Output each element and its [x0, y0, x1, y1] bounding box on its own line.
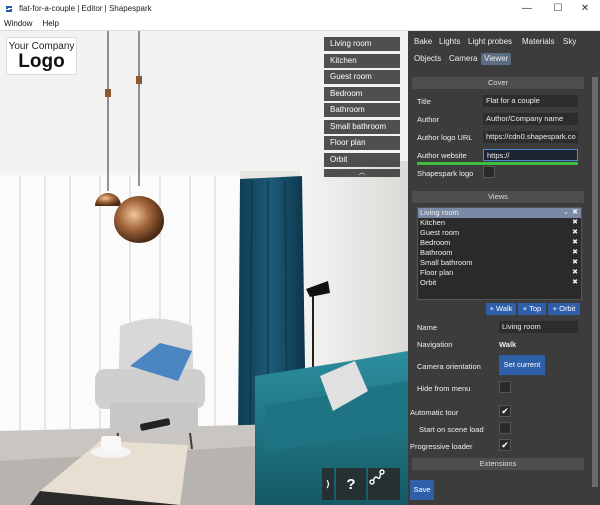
author-logo-url-field[interactable]: https://cdn0.shapespark.co: [483, 131, 578, 143]
room-menu-item[interactable]: Bathroom: [324, 103, 400, 117]
view-list-item[interactable]: Bathroom ✖: [418, 248, 581, 258]
add-walk-view-button[interactable]: + Walk: [486, 303, 516, 315]
hide-from-menu-checkbox[interactable]: [499, 381, 511, 393]
view-item-label: Orbit: [420, 278, 437, 287]
shapespark-app-icon: [6, 5, 12, 12]
tab-sky[interactable]: Sky: [560, 36, 579, 48]
delete-view-icon[interactable]: ✖: [572, 268, 578, 278]
tab-bake[interactable]: Bake: [411, 36, 435, 48]
logo-word-text: Logo: [18, 51, 65, 72]
room-menu-item[interactable]: Small bathroom: [324, 119, 400, 134]
close-button[interactable]: ✕: [570, 0, 600, 17]
panel-scrollbar[interactable]: [590, 75, 600, 505]
maximize-button[interactable]: ☐: [543, 0, 573, 17]
extensions-section-header[interactable]: Extensions: [412, 458, 584, 470]
help-button[interactable]: ?: [336, 468, 366, 500]
scrollbar-thumb[interactable]: [592, 77, 598, 487]
save-button[interactable]: Save: [410, 480, 434, 500]
author-field[interactable]: Author/Company name: [483, 113, 578, 125]
view-list-item[interactable]: Kitchen ✖: [418, 218, 581, 228]
view-item-label: Floor plan: [420, 268, 454, 277]
delete-view-icon[interactable]: ✖: [572, 248, 578, 258]
delete-view-icon[interactable]: ✖: [572, 258, 578, 268]
view-name-field[interactable]: Living room: [499, 321, 578, 333]
input-valid-indicator: [417, 162, 578, 165]
tab-viewer[interactable]: Viewer: [481, 53, 512, 65]
automatic-tour-label: Automatic tour: [410, 408, 459, 417]
viewer-settings-scroll-area[interactable]: Cover Title Flat for a couple Author Aut…: [408, 75, 588, 505]
view-list-item[interactable]: Orbit ✖: [418, 278, 581, 288]
views-list[interactable]: Living room ⌄ ✖ Kitchen ✖ Guest room ✖ Bedro…: [417, 207, 582, 300]
start-on-scene-load-label: Start on scene load: [419, 425, 484, 434]
chevron-down-icon[interactable]: ⌄: [563, 208, 569, 218]
room-menu-item[interactable]: Living room: [324, 37, 400, 51]
add-top-view-button[interactable]: + Top: [518, 303, 546, 315]
add-orbit-view-button[interactable]: + Orbit: [548, 303, 580, 315]
view-list-item[interactable]: Guest room ✖: [418, 228, 581, 238]
delete-view-icon[interactable]: ✖: [572, 278, 578, 288]
title-bar: flat-for-a-couple | Editor | Shapespark …: [0, 0, 600, 17]
navigation-value: Walk: [499, 340, 517, 349]
cover-section-header[interactable]: Cover: [412, 77, 584, 89]
navigation-label: Navigation: [417, 340, 453, 349]
view-item-label: Living room: [420, 208, 459, 217]
view-name-label: Name: [417, 323, 438, 332]
shapespark-logo-label: Shapespark logo: [417, 169, 474, 178]
room-menu-item[interactable]: Guest room: [324, 70, 400, 84]
shapespark-logo-checkbox[interactable]: [483, 166, 495, 178]
views-section-header[interactable]: Views: [412, 191, 584, 203]
author-website-label: Author website: [417, 151, 467, 160]
room-menu-item[interactable]: Floor plan: [324, 136, 400, 150]
automatic-tour-checkbox[interactable]: ✔: [499, 405, 511, 417]
tab-lights[interactable]: Lights: [436, 36, 463, 48]
author-label: Author: [417, 115, 440, 124]
tab-objects[interactable]: Objects: [411, 53, 444, 65]
camera-orientation-label: Camera orientation: [417, 362, 481, 371]
tab-materials[interactable]: Materials: [519, 36, 557, 48]
path-button[interactable]: [368, 468, 400, 500]
delete-view-icon[interactable]: ✖: [572, 228, 578, 238]
progressive-loader-checkbox[interactable]: ✔: [499, 439, 511, 451]
room-menu-item[interactable]: Kitchen: [324, 53, 400, 68]
room-menu-item[interactable]: Orbit: [324, 152, 400, 167]
menu-help[interactable]: Help: [42, 19, 58, 28]
menu-window[interactable]: Window: [4, 19, 32, 28]
view-list-item[interactable]: Small bathroom ✖: [418, 258, 581, 268]
author-website-field[interactable]: https://: [483, 149, 578, 161]
view-item-label: Kitchen: [420, 218, 446, 227]
window-title: flat-for-a-couple | Editor | Shapespark: [19, 4, 152, 13]
author-logo-url-label: Author logo URL: [417, 133, 473, 142]
view-item-label: Small bathroom: [420, 258, 473, 267]
panel-tabs: Bake Lights Light probes Materials Sky O…: [408, 31, 600, 71]
delete-view-icon[interactable]: ✖: [572, 208, 578, 218]
set-current-button[interactable]: Set current: [499, 355, 545, 375]
start-on-scene-load-checkbox[interactable]: [499, 422, 511, 434]
view-item-label: Bedroom: [420, 238, 451, 247]
title-label: Title: [417, 97, 431, 106]
view-item-label: Guest room: [420, 228, 460, 237]
editor-side-panel: Bake Lights Light probes Materials Sky O…: [408, 31, 600, 505]
delete-view-icon[interactable]: ✖: [572, 238, 578, 248]
title-field[interactable]: Flat for a couple: [483, 95, 578, 107]
delete-view-icon[interactable]: ✖: [572, 218, 578, 228]
path-icon: [369, 469, 385, 485]
company-logo-placeholder: Your Company Logo: [6, 37, 77, 75]
view-item-label: Bathroom: [420, 248, 453, 257]
collapse-panel-button[interactable]: ⟩: [322, 468, 334, 500]
menu-bar: Window Help: [0, 17, 600, 31]
scene-viewport[interactable]: Your Company Logo Living room Kitchen Gu…: [0, 31, 408, 505]
view-list-item[interactable]: Living room ⌄ ✖: [418, 208, 581, 218]
tab-camera[interactable]: Camera: [446, 53, 480, 65]
room-menu-collapse-chevron-icon[interactable]: ︿: [324, 169, 400, 177]
progressive-loader-label: Progressive loader: [410, 442, 473, 451]
minimize-button[interactable]: —: [512, 0, 542, 17]
view-list-item[interactable]: Bedroom ✖: [418, 238, 581, 248]
room-menu-item[interactable]: Bedroom: [324, 86, 400, 101]
view-list-item[interactable]: Floor plan ✖: [418, 268, 581, 278]
hide-from-menu-label: Hide from menu: [417, 384, 471, 393]
tab-light-probes[interactable]: Light probes: [465, 36, 515, 48]
room-menu: Living room Kitchen Guest room Bedroom B…: [324, 37, 400, 177]
